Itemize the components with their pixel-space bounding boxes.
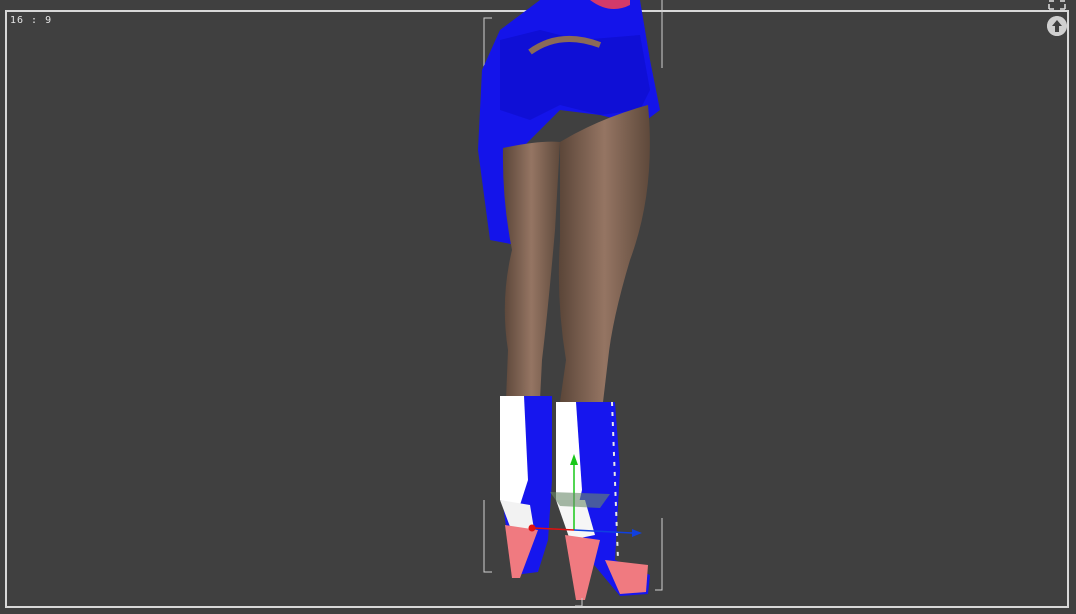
3d-viewport[interactable]: 16 : 9	[0, 0, 1076, 614]
figure-legs	[502, 105, 650, 402]
scene-render	[478, 0, 663, 607]
left-boot	[500, 396, 552, 578]
